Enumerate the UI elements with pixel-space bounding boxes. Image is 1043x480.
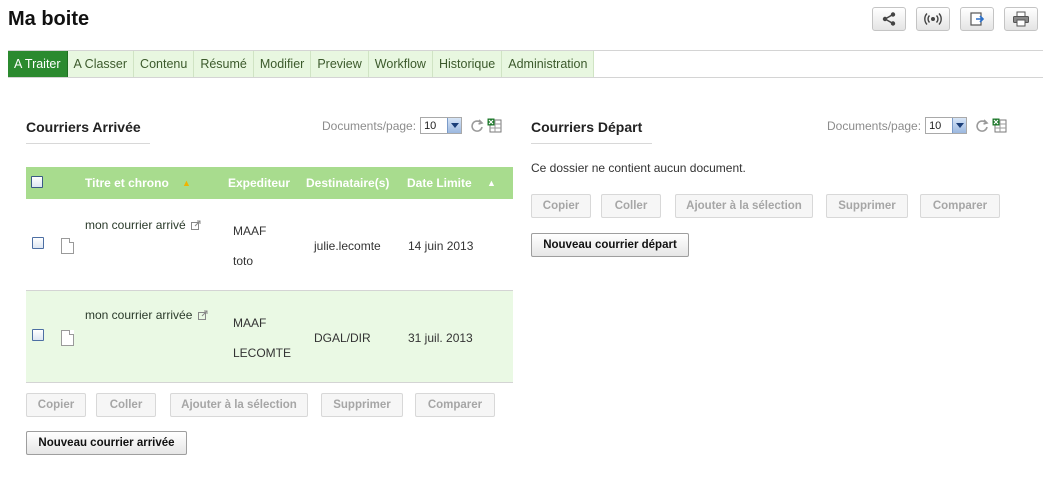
depart-section-title: Courriers Départ	[531, 119, 652, 144]
refresh-icon[interactable]	[470, 118, 484, 133]
tab-administration[interactable]: Administration	[502, 51, 595, 77]
empty-folder-message: Ce dossier ne contient aucun document.	[531, 161, 746, 175]
document-title-link[interactable]: mon courrier arrivée	[85, 308, 192, 322]
export-button[interactable]	[960, 7, 994, 31]
docs-per-page-select[interactable]: 10	[420, 117, 463, 134]
table-row: mon courrier arrivée MAAF LECOMTE DGAL/D…	[26, 291, 513, 383]
copy-button[interactable]: Copier	[26, 393, 86, 417]
tab-historique[interactable]: Historique	[432, 51, 503, 77]
add-to-selection-button[interactable]: Ajouter à la sélection	[170, 393, 308, 417]
column-header-deadline[interactable]: Date Limite	[407, 176, 472, 190]
sender-line-1: MAAF	[233, 316, 267, 330]
paste-button[interactable]: Coller	[601, 194, 661, 218]
sender-line-2: toto	[233, 254, 254, 268]
tab-contenu[interactable]: Contenu	[134, 51, 195, 77]
delete-button[interactable]: Supprimer	[826, 194, 908, 218]
sort-icon[interactable]: ▲	[487, 178, 496, 188]
excel-export-icon[interactable]	[487, 118, 502, 133]
recipient: julie.lecomte	[314, 239, 381, 253]
broadcast-icon	[923, 11, 943, 27]
delete-button[interactable]: Supprimer	[321, 393, 403, 417]
column-header-sender[interactable]: Expediteur	[228, 176, 290, 190]
arrivee-docs-per-page: Documents/page: 10	[322, 117, 502, 134]
tab-resume[interactable]: Résumé	[194, 51, 254, 77]
paste-button[interactable]: Coller	[96, 393, 156, 417]
column-header-recipient[interactable]: Destinataire(s)	[306, 176, 389, 190]
select-all-checkbox[interactable]	[31, 176, 43, 188]
tab-a-traiter[interactable]: A Traiter	[8, 51, 68, 77]
docs-per-page-label: Documents/page:	[827, 118, 922, 133]
compare-button[interactable]: Comparer	[415, 393, 495, 417]
compare-button[interactable]: Comparer	[920, 194, 1000, 218]
new-incoming-mail-button[interactable]: Nouveau courrier arrivée	[26, 431, 187, 455]
table-header: Titre et chrono ▲ Expediteur Destinatair…	[26, 167, 513, 199]
document-icon	[61, 238, 74, 254]
row-checkbox[interactable]	[32, 329, 44, 341]
document-icon	[61, 330, 74, 346]
table-row: mon courrier arrivé MAAF toto julie.leco…	[26, 199, 513, 291]
print-button[interactable]	[1004, 7, 1038, 31]
excel-export-icon[interactable]	[992, 118, 1007, 133]
external-link-icon[interactable]	[197, 309, 208, 323]
new-outgoing-mail-button[interactable]: Nouveau courrier départ	[531, 233, 689, 257]
chevron-down-icon	[952, 118, 967, 133]
recipient: DGAL/DIR	[314, 331, 371, 345]
sender-line-1: MAAF	[233, 224, 267, 238]
tab-a-classer[interactable]: A Classer	[67, 51, 135, 77]
external-link-icon[interactable]	[191, 219, 201, 233]
docs-per-page-select[interactable]: 10	[925, 117, 968, 134]
column-header-title[interactable]: Titre et chrono	[85, 176, 169, 190]
arrivee-table: Titre et chrono ▲ Expediteur Destinatair…	[26, 167, 513, 383]
share-button[interactable]	[872, 7, 906, 31]
docs-per-page-label: Documents/page:	[322, 118, 417, 133]
row-checkbox[interactable]	[32, 237, 44, 249]
chevron-down-icon	[447, 118, 462, 133]
tab-modifier[interactable]: Modifier	[253, 51, 312, 77]
arrivee-section-title: Courriers Arrivée	[26, 119, 150, 144]
tab-bar: A Traiter A Classer Contenu Résumé Modif…	[8, 50, 1043, 78]
subscribe-button[interactable]	[916, 7, 950, 31]
add-to-selection-button[interactable]: Ajouter à la sélection	[675, 194, 813, 218]
document-title-link[interactable]: mon courrier arrivé	[85, 218, 186, 232]
tab-preview[interactable]: Preview	[311, 51, 369, 77]
deadline: 31 juil. 2013	[408, 331, 473, 345]
sort-asc-icon[interactable]: ▲	[182, 178, 191, 188]
share-icon	[881, 11, 897, 27]
export-icon	[969, 11, 985, 27]
sender-line-2: LECOMTE	[233, 346, 292, 360]
print-icon	[1012, 11, 1030, 27]
page-title: Ma boite	[8, 8, 90, 30]
deadline: 14 juin 2013	[408, 239, 474, 253]
tab-workflow[interactable]: Workflow	[368, 51, 433, 77]
refresh-icon[interactable]	[975, 118, 989, 133]
copy-button[interactable]: Copier	[531, 194, 591, 218]
depart-docs-per-page: Documents/page: 10	[827, 117, 1007, 134]
